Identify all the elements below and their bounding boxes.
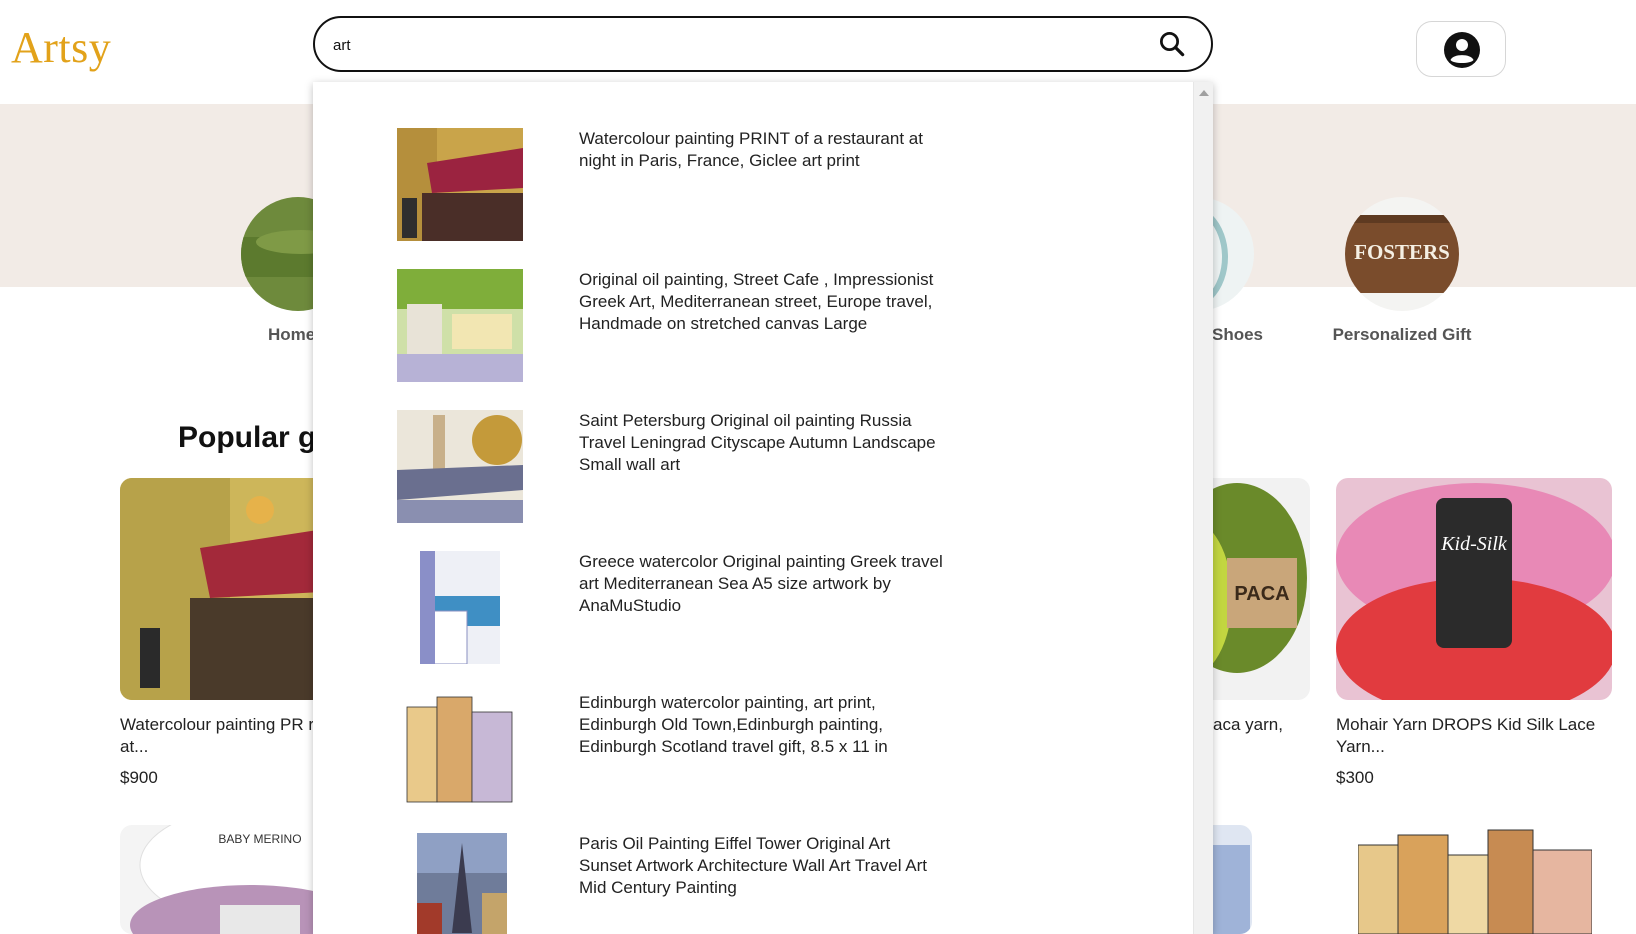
fosters-sign-text: FOSTERS <box>1354 240 1450 264</box>
result-thumbnail <box>420 551 500 664</box>
category-personalized-gift-image: FOSTERS <box>1345 197 1459 311</box>
product-card[interactable]: Kid-Silk Mohair Yarn DROPS Kid Silk Lace… <box>1336 478 1618 788</box>
category-personalized-gift-label: Personalized Gift <box>1332 325 1472 344</box>
dropdown-scrollbar[interactable] <box>1193 82 1213 934</box>
section-title: Popular g <box>178 421 317 454</box>
result-title[interactable]: Original oil painting, Street Cafe , Imp… <box>579 269 969 335</box>
search-result-item[interactable]: Edinburgh watercolor painting, art print… <box>313 692 1193 833</box>
alpaca-label-text: PACA <box>1234 583 1289 605</box>
account-circle-icon <box>1444 32 1480 68</box>
result-title[interactable]: Greece watercolor Original painting Gree… <box>579 551 969 617</box>
baby-merino-label-text: BABY MERINO <box>218 832 301 846</box>
search-result-item[interactable]: Watercolour painting PRINT of a restaura… <box>313 128 1193 269</box>
search-input[interactable] <box>333 32 1113 58</box>
product-card[interactable] <box>1358 825 1636 934</box>
category-personalized-gift[interactable]: FOSTERS Personalized Gift <box>1330 197 1474 345</box>
result-thumbnail <box>397 128 523 241</box>
search-result-item[interactable]: Original oil painting, Street Cafe , Imp… <box>313 269 1193 410</box>
scroll-up-arrow-icon[interactable] <box>1199 90 1209 96</box>
search-result-item[interactable]: Saint Petersburg Original oil painting R… <box>313 410 1193 551</box>
product-title[interactable]: Mohair Yarn DROPS Kid Silk Lace Yarn... <box>1336 714 1618 758</box>
result-thumbnail <box>397 410 523 523</box>
result-title[interactable]: Edinburgh watercolor painting, art print… <box>579 692 969 758</box>
result-thumbnail <box>417 833 507 934</box>
product-image <box>1358 825 1592 934</box>
result-title[interactable]: Watercolour painting PRINT of a restaura… <box>579 128 969 172</box>
result-thumbnail <box>397 269 523 382</box>
search-result-item[interactable]: Paris Oil Painting Eiffel Tower Original… <box>313 833 1193 934</box>
search-result-item[interactable]: Greece watercolor Original painting Gree… <box>313 551 1193 692</box>
search-results-dropdown: Watercolour painting PRINT of a restaura… <box>313 82 1213 934</box>
search-box[interactable] <box>313 16 1213 72</box>
logo[interactable]: Artsy <box>11 22 111 73</box>
result-thumbnail <box>405 692 515 805</box>
result-title[interactable]: Paris Oil Painting Eiffel Tower Original… <box>579 833 969 899</box>
kid-silk-label-text: Kid-Silk <box>1440 533 1508 555</box>
account-button[interactable] <box>1416 21 1506 77</box>
search-icon[interactable] <box>1157 29 1187 59</box>
product-image: Kid-Silk <box>1336 478 1612 700</box>
result-title[interactable]: Saint Petersburg Original oil painting R… <box>579 410 969 476</box>
product-price: $300 <box>1336 768 1374 787</box>
